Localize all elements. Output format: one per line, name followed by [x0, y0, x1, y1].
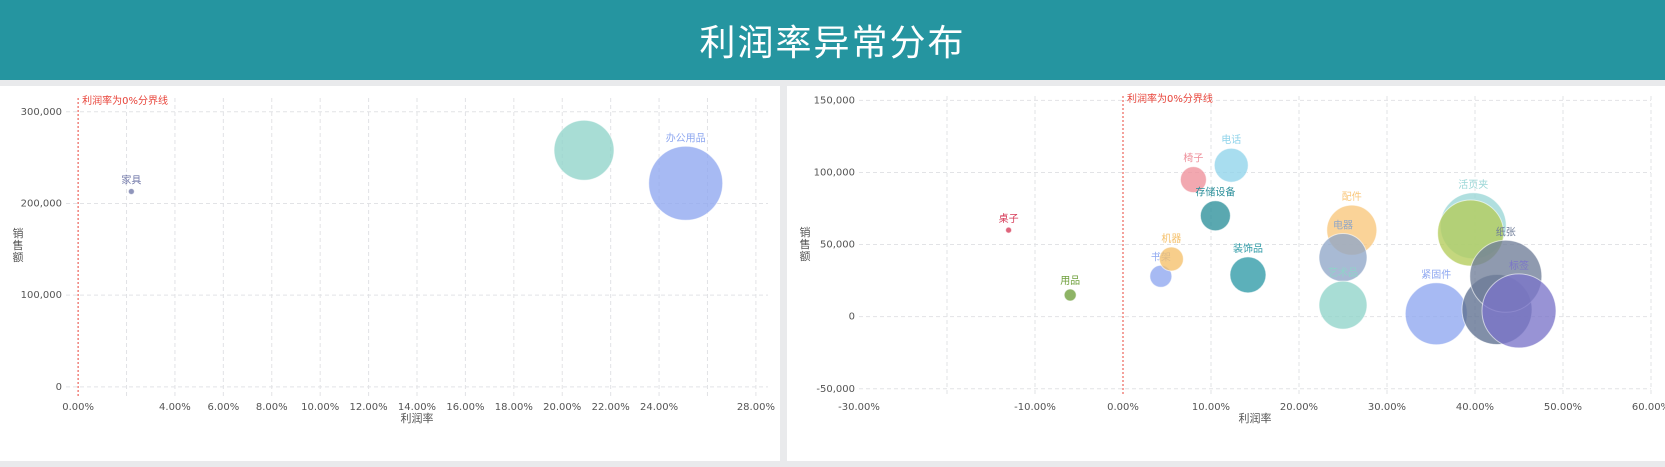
page-header: 利润率异常分布: [0, 0, 1665, 80]
x-tick-label: 28.00%: [737, 402, 775, 413]
bubble-point: [1158, 246, 1184, 272]
bubble-label: 椅子: [1183, 152, 1203, 165]
bubble-label: 标签: [1509, 259, 1529, 272]
x-tick-label: 22.00%: [592, 402, 630, 413]
chart-panel-category: 0.00% 4.00% 6.00% 8.00% 10.00% 12.00% 14.00% 16…: [0, 86, 780, 461]
y-tick-label: 0: [849, 312, 855, 323]
bubble-point: [1213, 147, 1249, 183]
y-tick-label: 50,000: [820, 240, 855, 251]
plot-area: 0.00% 4.00% 6.00% 8.00% 10.00% 12.00% 14.00% 16…: [13, 94, 775, 425]
bubble-label: 办公用品: [666, 131, 706, 144]
x-tick-label: 20.00%: [543, 402, 581, 413]
y-axis-title-char: 售: [800, 237, 811, 251]
bubble-label: 艺术品: [1328, 267, 1358, 279]
bubble-label: 配件: [1342, 191, 1362, 203]
x-tick-label: 12.00%: [350, 402, 388, 413]
bubble-point: [553, 119, 615, 181]
x-tick-label: 0.00%: [62, 402, 94, 413]
bubble-point: [1063, 288, 1077, 302]
bubble-point: [1005, 226, 1013, 234]
x-tick-label: 40.00%: [1456, 402, 1494, 413]
bubble-label: 存储设备: [1195, 186, 1235, 199]
y-tick-label: 150,000: [814, 95, 855, 106]
bubble-point: [1481, 273, 1557, 349]
y-tick-label: -50,000: [816, 384, 855, 395]
x-tick-label: 50.00%: [1544, 402, 1582, 413]
y-tick-label: 100,000: [21, 290, 62, 301]
bubble-label: 机器: [1161, 232, 1181, 245]
y-axis-title-char: 销: [13, 226, 24, 240]
bubble-label: 装饰品: [1233, 242, 1263, 255]
x-tick-label: 4.00%: [159, 402, 191, 413]
bubble-label: 电话: [1221, 133, 1241, 146]
y-tick-label: 0: [56, 382, 62, 393]
bubble-label: 纸张: [1496, 225, 1516, 238]
y-tick-label: 300,000: [21, 107, 62, 118]
bubble-point: [1318, 280, 1368, 330]
zero-profit-reference-label: 利润率为0%分界线: [82, 94, 168, 107]
bubble-point: [648, 145, 724, 221]
bubble-label: 电器: [1333, 219, 1353, 232]
zero-profit-reference-label: 利润率为0%分界线: [1127, 92, 1213, 105]
y-axis-title: 销售额: [13, 226, 24, 264]
page-title: 利润率异常分布: [699, 23, 966, 64]
x-tick-label: 60.00%: [1632, 402, 1665, 413]
y-axis-title: 销售额: [800, 225, 811, 263]
y-axis-title-char: 额: [13, 251, 24, 264]
x-tick-label: -10.00%: [1014, 402, 1056, 413]
bubble-chart-subcategory: -30.00% -10.00% 0.00% 10.00% 20.00% 30.00% 40.…: [800, 92, 1665, 425]
chart-panel-subcategory: -30.00% -10.00% 0.00% 10.00% 20.00% 30.00% 40.…: [787, 86, 1665, 461]
bubble-label: 用品: [1060, 275, 1080, 287]
bubble-label: 紧固件: [1421, 269, 1451, 281]
bubble-point: [127, 188, 135, 196]
x-tick-label: -30.00%: [838, 402, 880, 413]
x-tick-label: 0.00%: [1107, 402, 1139, 413]
x-tick-label: 24.00%: [640, 402, 678, 413]
x-tick-label: 6.00%: [207, 402, 239, 413]
y-axis-title-char: 销: [800, 225, 811, 239]
x-tick-label: 10.00%: [1192, 402, 1230, 413]
y-tick-label: 200,000: [21, 198, 62, 209]
bubble-chart-category: 0.00% 4.00% 6.00% 8.00% 10.00% 12.00% 14.00% 16…: [13, 94, 775, 425]
y-tick-label: 100,000: [814, 167, 855, 178]
y-axis-title-char: 售: [13, 238, 24, 252]
bubble-label: 家具: [121, 174, 141, 187]
bubble-point: [1229, 256, 1267, 294]
plot-area: -30.00% -10.00% 0.00% 10.00% 20.00% 30.00% 40.…: [800, 92, 1665, 425]
x-tick-label: 16.00%: [446, 402, 484, 413]
bubble-point: [1199, 200, 1231, 232]
bubble-point: [1404, 282, 1468, 346]
y-axis-title-char: 额: [800, 250, 811, 263]
x-tick-label: 20.00%: [1280, 402, 1318, 413]
bubble-label: 活页夹: [1458, 178, 1488, 191]
x-tick-label: 30.00%: [1368, 402, 1406, 413]
x-tick-label: 18.00%: [495, 402, 533, 413]
x-axis-title: 利润率: [401, 411, 434, 425]
bubble-label: 桌子: [999, 212, 1019, 225]
x-axis-title: 利润率: [1239, 411, 1272, 425]
x-tick-label: 8.00%: [256, 402, 288, 413]
x-tick-label: 10.00%: [301, 402, 339, 413]
